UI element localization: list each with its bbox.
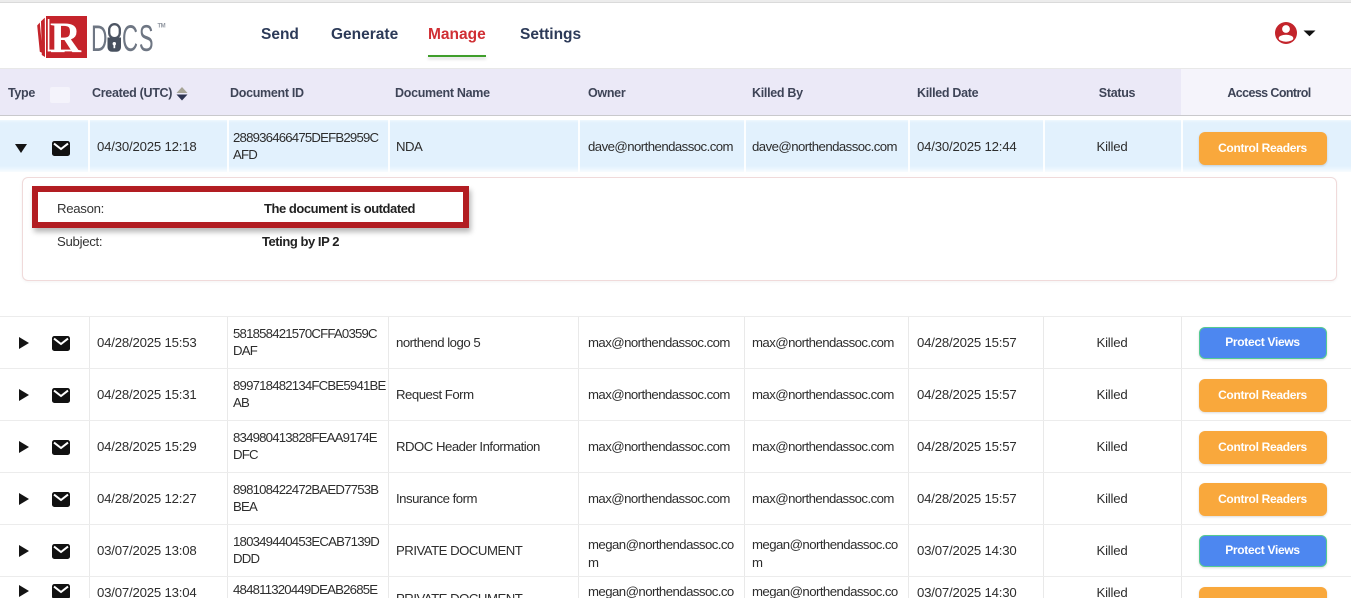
svg-text:TM: TM <box>158 24 166 30</box>
svg-text:C: C <box>122 18 138 59</box>
svg-text:D: D <box>91 18 108 59</box>
svg-text:S: S <box>139 18 154 59</box>
svg-text:R: R <box>50 15 82 60</box>
